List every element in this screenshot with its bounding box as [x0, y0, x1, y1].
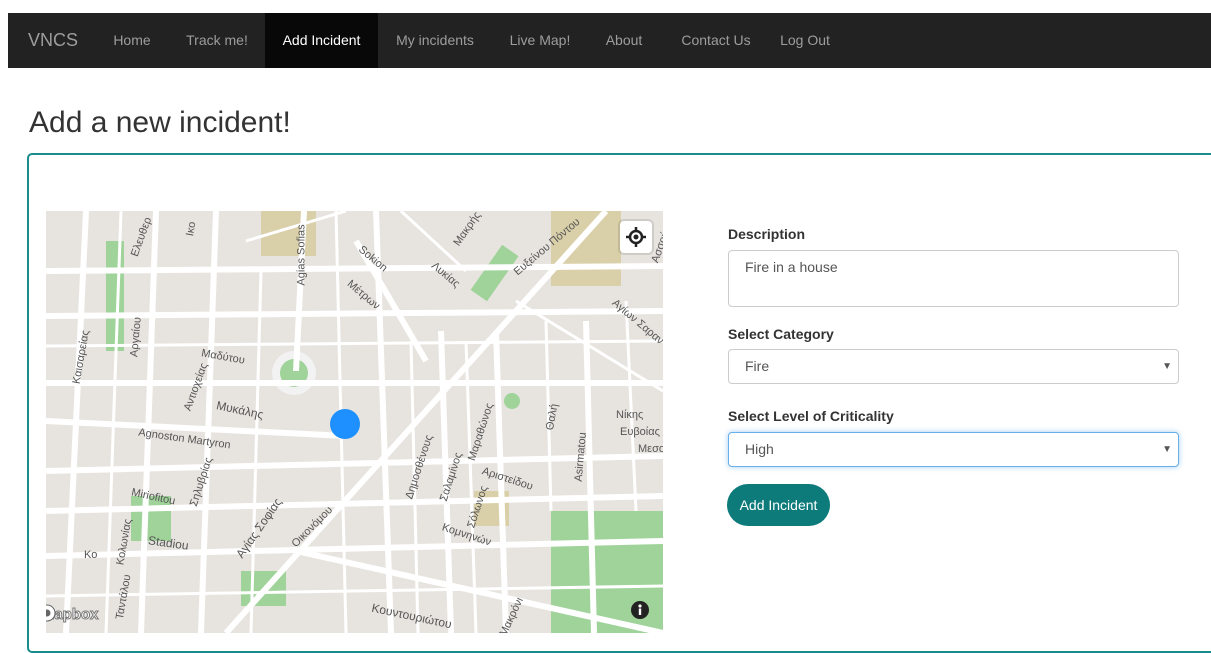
- info-icon: [638, 604, 642, 615]
- navbar: VNCS Home Track me! Add Incident My inci…: [8, 13, 1211, 68]
- chevron-down-icon: ▼: [1162, 361, 1172, 372]
- incident-map[interactable]: Ελευθερ Agias Sofias Sokion Μέτρων Λυκία…: [46, 211, 663, 633]
- category-select[interactable]: Fire ▼: [728, 349, 1179, 384]
- map-street-label: Κο: [84, 549, 98, 561]
- map-street-label: Agias Sofias: [295, 224, 308, 286]
- mapbox-logo[interactable]: mapbox: [46, 604, 99, 624]
- brand-logo[interactable]: VNCS: [28, 13, 78, 68]
- chevron-down-icon: ▼: [1162, 444, 1172, 455]
- description-label: Description: [728, 226, 806, 242]
- add-incident-button[interactable]: Add Incident: [727, 484, 830, 526]
- category-label: Select Category: [728, 326, 834, 342]
- nav-home[interactable]: Home: [100, 13, 164, 68]
- nav-live-map[interactable]: Live Map!: [494, 13, 586, 68]
- nav-my-incidents[interactable]: My incidents: [382, 13, 488, 68]
- attribution-info-button[interactable]: [631, 601, 649, 619]
- criticality-selected-value: High: [745, 441, 774, 457]
- description-textarea[interactable]: Fire in a house: [728, 250, 1179, 307]
- map-street-label: Ικο: [184, 220, 199, 238]
- criticality-select[interactable]: High ▼: [728, 432, 1179, 467]
- nav-track-me[interactable]: Track me!: [171, 13, 263, 68]
- page-title: Add a new incident!: [29, 106, 291, 139]
- nav-about[interactable]: About: [592, 13, 656, 68]
- nav-log-out[interactable]: Log Out: [772, 13, 838, 68]
- crosshair-icon: [626, 227, 646, 247]
- geolocate-button[interactable]: [620, 221, 652, 253]
- nav-contact-us[interactable]: Contact Us: [662, 13, 770, 68]
- category-selected-value: Fire: [745, 358, 770, 374]
- map-street-label: Νίκης: [616, 409, 644, 421]
- nav-add-incident[interactable]: Add Incident: [265, 13, 378, 68]
- current-location-marker: [330, 409, 360, 439]
- map-street-label: Ευβοίας: [620, 426, 660, 438]
- mapbox-mark-icon: [46, 604, 56, 622]
- map-street-label: Μεσο: [638, 443, 663, 455]
- criticality-label: Select Level of Criticality: [728, 408, 894, 424]
